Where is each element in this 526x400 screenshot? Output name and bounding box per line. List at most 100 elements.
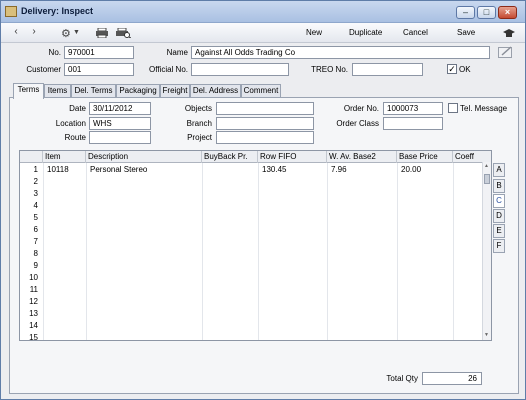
flip-tab-c[interactable]: C bbox=[493, 194, 505, 208]
tab-del-terms[interactable]: Del. Terms bbox=[71, 84, 116, 98]
order-class-field[interactable] bbox=[383, 117, 443, 130]
flip-tab-b[interactable]: B bbox=[493, 179, 505, 193]
branch-label: Branch bbox=[186, 119, 212, 128]
row-number: 5 bbox=[33, 213, 38, 222]
tel-message-checkbox[interactable] bbox=[448, 103, 458, 113]
col-item[interactable]: Item bbox=[43, 151, 86, 163]
row-number: 7 bbox=[33, 237, 38, 246]
date-field[interactable]: 30/11/2012 bbox=[89, 102, 151, 115]
print-preview-icon[interactable] bbox=[116, 28, 131, 38]
grid-line bbox=[258, 163, 259, 340]
route-label: Route bbox=[64, 133, 86, 142]
customer-field[interactable]: 001 bbox=[64, 63, 134, 76]
total-qty-label: Total Qty bbox=[386, 374, 418, 383]
grid-scrollbar[interactable]: ▲ ▼ bbox=[482, 162, 491, 340]
grid-line bbox=[43, 163, 44, 340]
col-base-price[interactable]: Base Price bbox=[397, 151, 453, 163]
scroll-down-icon[interactable]: ▼ bbox=[484, 332, 489, 338]
row-number: 4 bbox=[33, 201, 38, 210]
chevron-down-icon[interactable]: ▼ bbox=[73, 29, 80, 36]
grid-header: Item Description BuyBack Pr. Row FIFO W.… bbox=[20, 151, 491, 163]
grid-line bbox=[202, 163, 203, 340]
flip-tab-a[interactable]: A bbox=[493, 163, 505, 177]
no-label: No. bbox=[48, 48, 61, 57]
customer-label: Customer bbox=[26, 65, 61, 74]
duplicate-button[interactable]: Duplicate bbox=[349, 28, 382, 37]
objects-field[interactable] bbox=[216, 102, 314, 115]
location-label: Location bbox=[55, 119, 86, 128]
new-button[interactable]: New bbox=[306, 28, 322, 37]
col-wav-base2[interactable]: W. Av. Base2 bbox=[327, 151, 397, 163]
close-button[interactable]: × bbox=[498, 6, 517, 19]
location-field[interactable]: WHS bbox=[89, 117, 151, 130]
row-number: 10 bbox=[29, 273, 38, 282]
cell-description[interactable]: Personal Stereo bbox=[86, 165, 147, 174]
delivery-window: Delivery: Inspect – □ × ‹ › ⚙ ▼ New Dupl… bbox=[0, 0, 526, 400]
tab-comment[interactable]: Comment bbox=[241, 84, 281, 98]
treo-no-field[interactable] bbox=[352, 63, 423, 76]
cell-row-fifo[interactable]: 130.45 bbox=[258, 165, 286, 174]
tab-items[interactable]: Items bbox=[44, 84, 71, 98]
route-field[interactable] bbox=[89, 131, 151, 144]
forward-button[interactable]: › bbox=[28, 26, 40, 37]
col-description[interactable]: Description bbox=[86, 151, 202, 163]
cell-item[interactable]: 10118 bbox=[43, 165, 69, 174]
scrollbar-thumb[interactable] bbox=[484, 174, 490, 184]
tab-del-address[interactable]: Del. Address bbox=[190, 84, 241, 98]
scroll-up-icon[interactable]: ▲ bbox=[484, 163, 489, 169]
order-no-field[interactable]: 1000073 bbox=[383, 102, 443, 115]
attachment-icon[interactable] bbox=[498, 45, 514, 59]
no-field[interactable]: 970001 bbox=[64, 46, 134, 59]
gear-icon[interactable]: ⚙ bbox=[61, 27, 71, 40]
row-number: 13 bbox=[29, 309, 38, 318]
col-buyback-pr[interactable]: BuyBack Pr. bbox=[202, 151, 258, 163]
order-class-label: Order Class bbox=[336, 119, 379, 128]
toolbar: ‹ › ⚙ ▼ New Duplicate Cancel Save bbox=[1, 23, 525, 43]
official-no-field[interactable] bbox=[191, 63, 289, 76]
tab-packaging[interactable]: Packaging bbox=[116, 84, 160, 98]
cancel-button[interactable]: Cancel bbox=[403, 28, 428, 37]
grid-corner bbox=[20, 151, 43, 163]
official-no-label: Official No. bbox=[149, 65, 188, 74]
maximize-button[interactable]: □ bbox=[477, 6, 496, 19]
grid-line bbox=[86, 163, 87, 340]
tel-message-label: Tel. Message bbox=[460, 104, 508, 113]
objects-label: Objects bbox=[184, 104, 212, 113]
items-grid: Item Description BuyBack Pr. Row FIFO W.… bbox=[19, 150, 492, 341]
title-bar: Delivery: Inspect – □ × bbox=[1, 1, 525, 23]
tab-freight[interactable]: Freight bbox=[160, 84, 190, 98]
flip-tab-f[interactable]: F bbox=[493, 239, 505, 253]
project-field[interactable] bbox=[216, 131, 314, 144]
ok-checkbox[interactable]: ✓ bbox=[447, 64, 457, 74]
flip-tab-e[interactable]: E bbox=[493, 224, 505, 238]
grid-line bbox=[327, 163, 328, 340]
name-label: Name bbox=[166, 48, 188, 57]
row-number: 1 bbox=[33, 165, 38, 174]
row-number: 6 bbox=[33, 225, 38, 234]
row-number: 3 bbox=[33, 189, 38, 198]
row-number: 2 bbox=[33, 177, 38, 186]
mortarboard-icon[interactable] bbox=[503, 28, 515, 38]
row-number: 12 bbox=[29, 297, 38, 306]
window-title: Delivery: Inspect bbox=[21, 6, 94, 16]
branch-field[interactable] bbox=[216, 117, 314, 130]
cell-base-price[interactable]: 20.00 bbox=[397, 165, 421, 174]
row-number: 11 bbox=[29, 285, 38, 294]
minimize-button[interactable]: – bbox=[456, 6, 475, 19]
tab-terms[interactable]: Terms bbox=[13, 83, 44, 99]
flip-tab-d[interactable]: D bbox=[493, 209, 505, 223]
date-label: Date bbox=[69, 104, 86, 113]
row-number: 9 bbox=[33, 261, 38, 270]
back-button[interactable]: ‹ bbox=[10, 26, 22, 37]
cell-wav-base2[interactable]: 7.96 bbox=[327, 165, 347, 174]
ok-label: OK bbox=[459, 65, 471, 74]
total-qty-field: 26 bbox=[422, 372, 482, 385]
treo-no-label: TREO No. bbox=[311, 65, 348, 74]
name-field[interactable]: Against All Odds Trading Co bbox=[191, 46, 490, 59]
app-icon bbox=[5, 6, 17, 17]
print-icon[interactable] bbox=[96, 28, 108, 38]
save-button[interactable]: Save bbox=[457, 28, 475, 37]
col-row-fifo[interactable]: Row FIFO bbox=[258, 151, 327, 163]
grid-line bbox=[397, 163, 398, 340]
row-number: 8 bbox=[33, 249, 38, 258]
